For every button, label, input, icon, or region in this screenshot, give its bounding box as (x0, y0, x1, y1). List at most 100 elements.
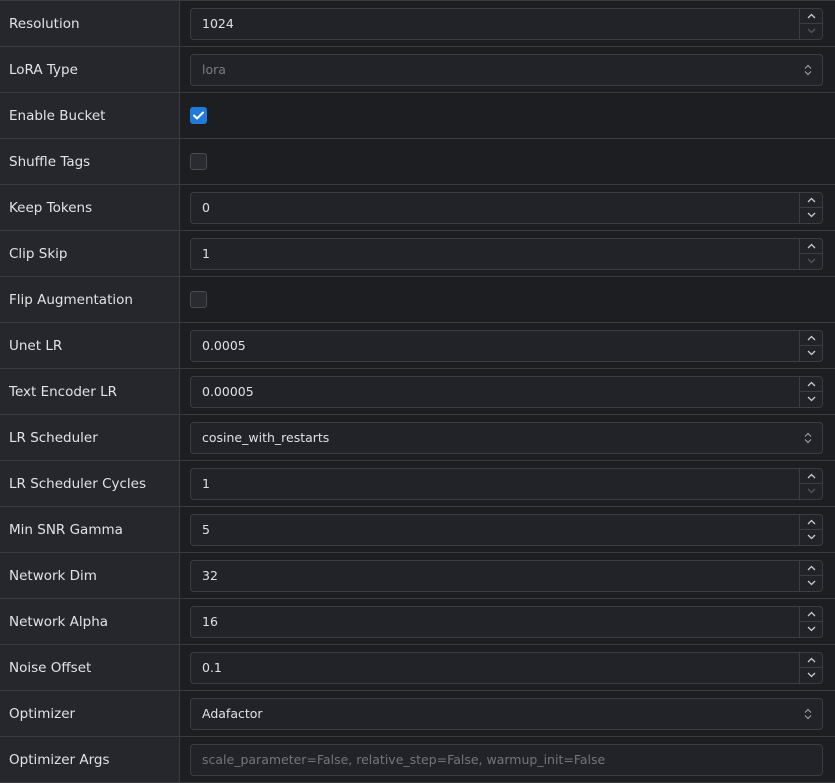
field-value: Adafactor (202, 706, 263, 721)
field-value: 0.0005 (202, 338, 246, 353)
setting-row-flip-augmentation: Flip Augmentation (0, 277, 835, 323)
decrement-button[interactable] (800, 208, 822, 223)
chevron-up-icon (807, 611, 815, 617)
setting-value-cell: Adafactor (180, 691, 835, 736)
setting-label: Keep Tokens (0, 185, 180, 230)
decrement-button[interactable] (800, 576, 822, 591)
increment-button[interactable] (800, 377, 822, 392)
setting-label: Shuffle Tags (0, 139, 180, 184)
setting-value-cell: 5 (180, 507, 835, 552)
unet-lr-input[interactable]: 0.0005 (190, 329, 823, 362)
increment-button[interactable] (800, 9, 822, 24)
setting-value-cell (180, 93, 835, 138)
number-spinner (799, 652, 822, 683)
field-value: 1 (202, 246, 210, 261)
resolution-input[interactable]: 1024 (190, 7, 823, 40)
number-spinner (799, 192, 822, 223)
increment-button[interactable] (800, 607, 822, 622)
chevron-down-icon (807, 350, 815, 356)
select-arrows-icon (804, 708, 812, 719)
decrement-button[interactable] (800, 668, 822, 683)
field-value: 1 (202, 476, 210, 491)
setting-row-clip-skip: Clip Skip 1 (0, 231, 835, 277)
setting-value-cell: 1 (180, 231, 835, 276)
setting-value-cell: 0 (180, 185, 835, 230)
increment-button[interactable] (800, 331, 822, 346)
noise-offset-input[interactable]: 0.1 (190, 651, 823, 684)
decrement-button[interactable] (800, 622, 822, 637)
field-value: lora (202, 62, 226, 77)
field-value: cosine_with_restarts (202, 430, 330, 445)
chevron-down-icon (807, 488, 815, 494)
setting-value-cell: scale_parameter=False, relative_step=Fal… (180, 737, 835, 782)
chevron-up-icon (807, 335, 815, 341)
setting-row-enable-bucket: Enable Bucket (0, 93, 835, 139)
setting-row-lora-type: LoRA Type lora (0, 47, 835, 93)
increment-button[interactable] (800, 653, 822, 668)
increment-button[interactable] (800, 239, 822, 254)
setting-label: Optimizer (0, 691, 180, 736)
lr-scheduler-select[interactable]: cosine_with_restarts (190, 421, 823, 454)
chevron-down-icon (807, 258, 815, 264)
increment-button[interactable] (800, 561, 822, 576)
chevron-down-icon (807, 672, 815, 678)
field-value: 16 (202, 614, 218, 629)
field-value: 1024 (202, 16, 234, 31)
settings-table: Resolution 1024 LoRA Type lora Enable Bucket… (0, 0, 835, 783)
number-spinner (799, 238, 822, 269)
text-encoder-lr-input[interactable]: 0.00005 (190, 375, 823, 408)
network-alpha-input[interactable]: 16 (190, 605, 823, 638)
chevron-up-icon (807, 13, 815, 19)
clip-skip-input[interactable]: 1 (190, 237, 823, 270)
select-arrows-icon (804, 64, 812, 75)
optimizer-args-input[interactable]: scale_parameter=False, relative_step=Fal… (190, 743, 823, 776)
chevron-down-icon (807, 534, 815, 540)
decrement-button[interactable] (800, 530, 822, 545)
setting-row-noise-offset: Noise Offset 0.1 (0, 645, 835, 691)
decrement-button[interactable] (800, 346, 822, 361)
setting-value-cell (180, 139, 835, 184)
chevron-down-icon (807, 626, 815, 632)
chevron-up-icon (807, 473, 815, 479)
decrement-button[interactable] (800, 24, 822, 39)
number-spinner (799, 560, 822, 591)
setting-label: Optimizer Args (0, 737, 180, 782)
lr-scheduler-cycles-input[interactable]: 1 (190, 467, 823, 500)
setting-value-cell: 16 (180, 599, 835, 644)
field-value: scale_parameter=False, relative_step=Fal… (202, 752, 606, 767)
decrement-button[interactable] (800, 484, 822, 499)
setting-row-min-snr-gamma: Min SNR Gamma 5 (0, 507, 835, 553)
shuffle-tags-checkbox[interactable] (190, 153, 207, 170)
min-snr-gamma-input[interactable]: 5 (190, 513, 823, 546)
flip-augmentation-checkbox[interactable] (190, 291, 207, 308)
setting-label: Flip Augmentation (0, 277, 180, 322)
setting-label: Text Encoder LR (0, 369, 180, 414)
setting-label: LR Scheduler (0, 415, 180, 460)
chevron-up-icon (807, 565, 815, 571)
setting-label: Noise Offset (0, 645, 180, 690)
chevron-up-icon (807, 519, 815, 525)
setting-value-cell: 0.00005 (180, 369, 835, 414)
keep-tokens-input[interactable]: 0 (190, 191, 823, 224)
setting-label: Network Alpha (0, 599, 180, 644)
chevron-up-icon (807, 381, 815, 387)
decrement-button[interactable] (800, 254, 822, 269)
setting-value-cell (180, 277, 835, 322)
optimizer-select[interactable]: Adafactor (190, 697, 823, 730)
setting-row-keep-tokens: Keep Tokens 0 (0, 185, 835, 231)
number-spinner (799, 606, 822, 637)
network-dim-input[interactable]: 32 (190, 559, 823, 592)
setting-label: Resolution (0, 1, 180, 46)
increment-button[interactable] (800, 515, 822, 530)
decrement-button[interactable] (800, 392, 822, 407)
setting-label: Enable Bucket (0, 93, 180, 138)
setting-value-cell: 32 (180, 553, 835, 598)
setting-row-shuffle-tags: Shuffle Tags (0, 139, 835, 185)
increment-button[interactable] (800, 469, 822, 484)
setting-value-cell: cosine_with_restarts (180, 415, 835, 460)
enable-bucket-checkbox[interactable] (190, 107, 207, 124)
increment-button[interactable] (800, 193, 822, 208)
setting-row-lr-scheduler-cycles: LR Scheduler Cycles 1 (0, 461, 835, 507)
setting-value-cell: 0.1 (180, 645, 835, 690)
checkmark-icon (193, 111, 204, 120)
